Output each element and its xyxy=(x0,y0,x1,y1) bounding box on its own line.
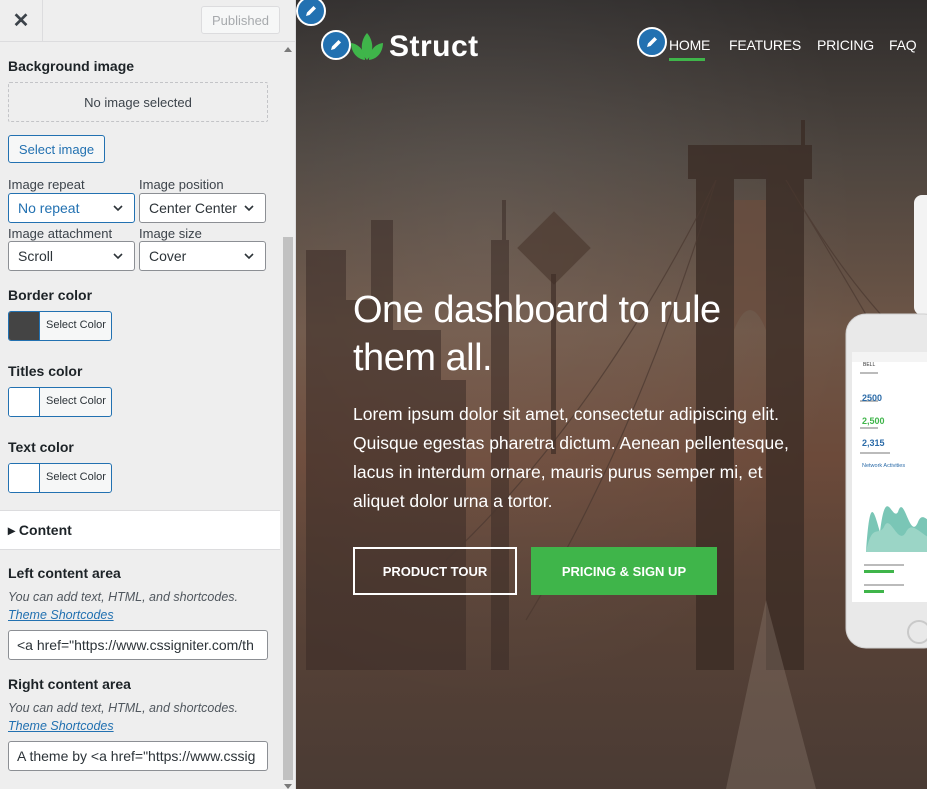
nav-pricing[interactable]: PRICING xyxy=(817,37,874,53)
site-brand[interactable]: Struct xyxy=(389,30,479,64)
customizer-header: ✕ Published xyxy=(0,0,295,42)
image-size-value: Cover xyxy=(149,248,187,264)
select-color-label: Select Color xyxy=(46,395,106,407)
select-image-button[interactable]: Select image xyxy=(8,135,105,163)
pricing-signup-button[interactable]: PRICING & SIGN UP xyxy=(531,547,717,595)
left-content-input[interactable]: <a href="https://www.cssigniter.com/th xyxy=(8,630,268,660)
product-tour-button[interactable]: PRODUCT TOUR xyxy=(353,547,517,595)
bridge-skyline-scene xyxy=(306,120,927,789)
phone-mockup xyxy=(845,313,927,649)
image-attachment-select[interactable]: Scroll xyxy=(8,241,135,271)
chevron-down-icon xyxy=(113,205,123,212)
border-color-swatch xyxy=(9,312,40,340)
scroll-down-arrow-icon[interactable] xyxy=(284,784,292,789)
text-color-button[interactable]: Select Color xyxy=(8,463,112,493)
right-theme-shortcodes-link[interactable]: Theme Shortcodes xyxy=(8,719,114,733)
customizer-sidebar: ✕ Published Background image No image se… xyxy=(0,0,296,789)
edit-shortcut-logo[interactable] xyxy=(321,30,351,60)
image-attachment-value: Scroll xyxy=(18,248,54,264)
chevron-down-icon xyxy=(113,253,123,260)
image-position-value: Center Center xyxy=(149,200,237,216)
text-color-label: Text color xyxy=(8,439,74,455)
close-customizer-button[interactable]: ✕ xyxy=(0,0,43,41)
right-content-description: You can add text, HTML, and shortcodes. xyxy=(8,701,238,715)
right-content-input[interactable]: A theme by <a href="https://www.cssig xyxy=(8,741,268,771)
phone-stat-2: 2,500 xyxy=(862,416,885,426)
pencil-icon xyxy=(306,6,316,16)
hero-text: Lorem ipsum dolor sit amet, consectetur … xyxy=(353,404,789,511)
text-color-swatch xyxy=(9,464,40,492)
published-button[interactable]: Published xyxy=(201,6,280,34)
titles-color-label: Titles color xyxy=(8,363,83,379)
image-attachment-label: Image attachment xyxy=(8,226,113,241)
tablet-device-edge xyxy=(914,195,927,315)
image-repeat-value: No repeat xyxy=(18,200,80,216)
scroll-up-arrow-icon[interactable] xyxy=(284,47,292,52)
hero-title: One dashboard to rule them all. xyxy=(353,289,721,379)
image-repeat-label: Image repeat xyxy=(8,177,85,192)
left-theme-shortcodes-link[interactable]: Theme Shortcodes xyxy=(8,608,114,622)
background-image-label: Background image xyxy=(8,58,135,74)
pencil-icon xyxy=(331,40,341,50)
nav-faq[interactable]: FAQ xyxy=(889,37,917,53)
edit-shortcut-menu[interactable] xyxy=(637,27,667,57)
left-content-label: Left content area xyxy=(8,565,121,581)
border-color-button[interactable]: Select Color xyxy=(8,311,112,341)
titles-color-button[interactable]: Select Color xyxy=(8,387,112,417)
select-color-label: Select Color xyxy=(46,471,106,483)
select-color-label: Select Color xyxy=(46,319,106,331)
image-position-select[interactable]: Center Center xyxy=(139,193,266,223)
image-size-select[interactable]: Cover xyxy=(139,241,266,271)
image-size-label: Image size xyxy=(139,226,202,241)
image-repeat-select[interactable]: No repeat xyxy=(8,193,135,223)
border-color-label: Border color xyxy=(8,287,93,303)
pencil-icon xyxy=(647,37,657,47)
chevron-down-icon xyxy=(244,205,254,212)
right-content-label: Right content area xyxy=(8,676,131,692)
image-position-label: Image position xyxy=(139,177,224,192)
left-content-description: You can add text, HTML, and shortcodes. xyxy=(8,590,238,604)
nav-home[interactable]: HOME xyxy=(669,37,710,53)
nav-active-indicator xyxy=(669,58,705,61)
scrollbar-thumb[interactable] xyxy=(283,237,293,780)
site-preview: Struct HOME FEATURES PRICING FAQ One das… xyxy=(296,0,927,789)
leaf-logo-icon xyxy=(351,33,383,60)
chevron-down-icon xyxy=(244,253,254,260)
panel-scrollbar[interactable] xyxy=(281,42,295,789)
nav-features[interactable]: FEATURES xyxy=(729,37,801,53)
titles-color-swatch xyxy=(9,388,40,416)
content-section-toggle[interactable]: ▸ Content xyxy=(0,510,280,550)
phone-stat-1: 2500 xyxy=(862,393,883,403)
customizer-panel: Background image No image selected Selec… xyxy=(0,42,280,789)
phone-status-bar: BELL xyxy=(863,362,876,368)
phone-chart-title: Network Activities xyxy=(862,463,906,469)
phone-stat-3: 2,315 xyxy=(862,438,885,448)
image-placeholder: No image selected xyxy=(8,82,268,122)
